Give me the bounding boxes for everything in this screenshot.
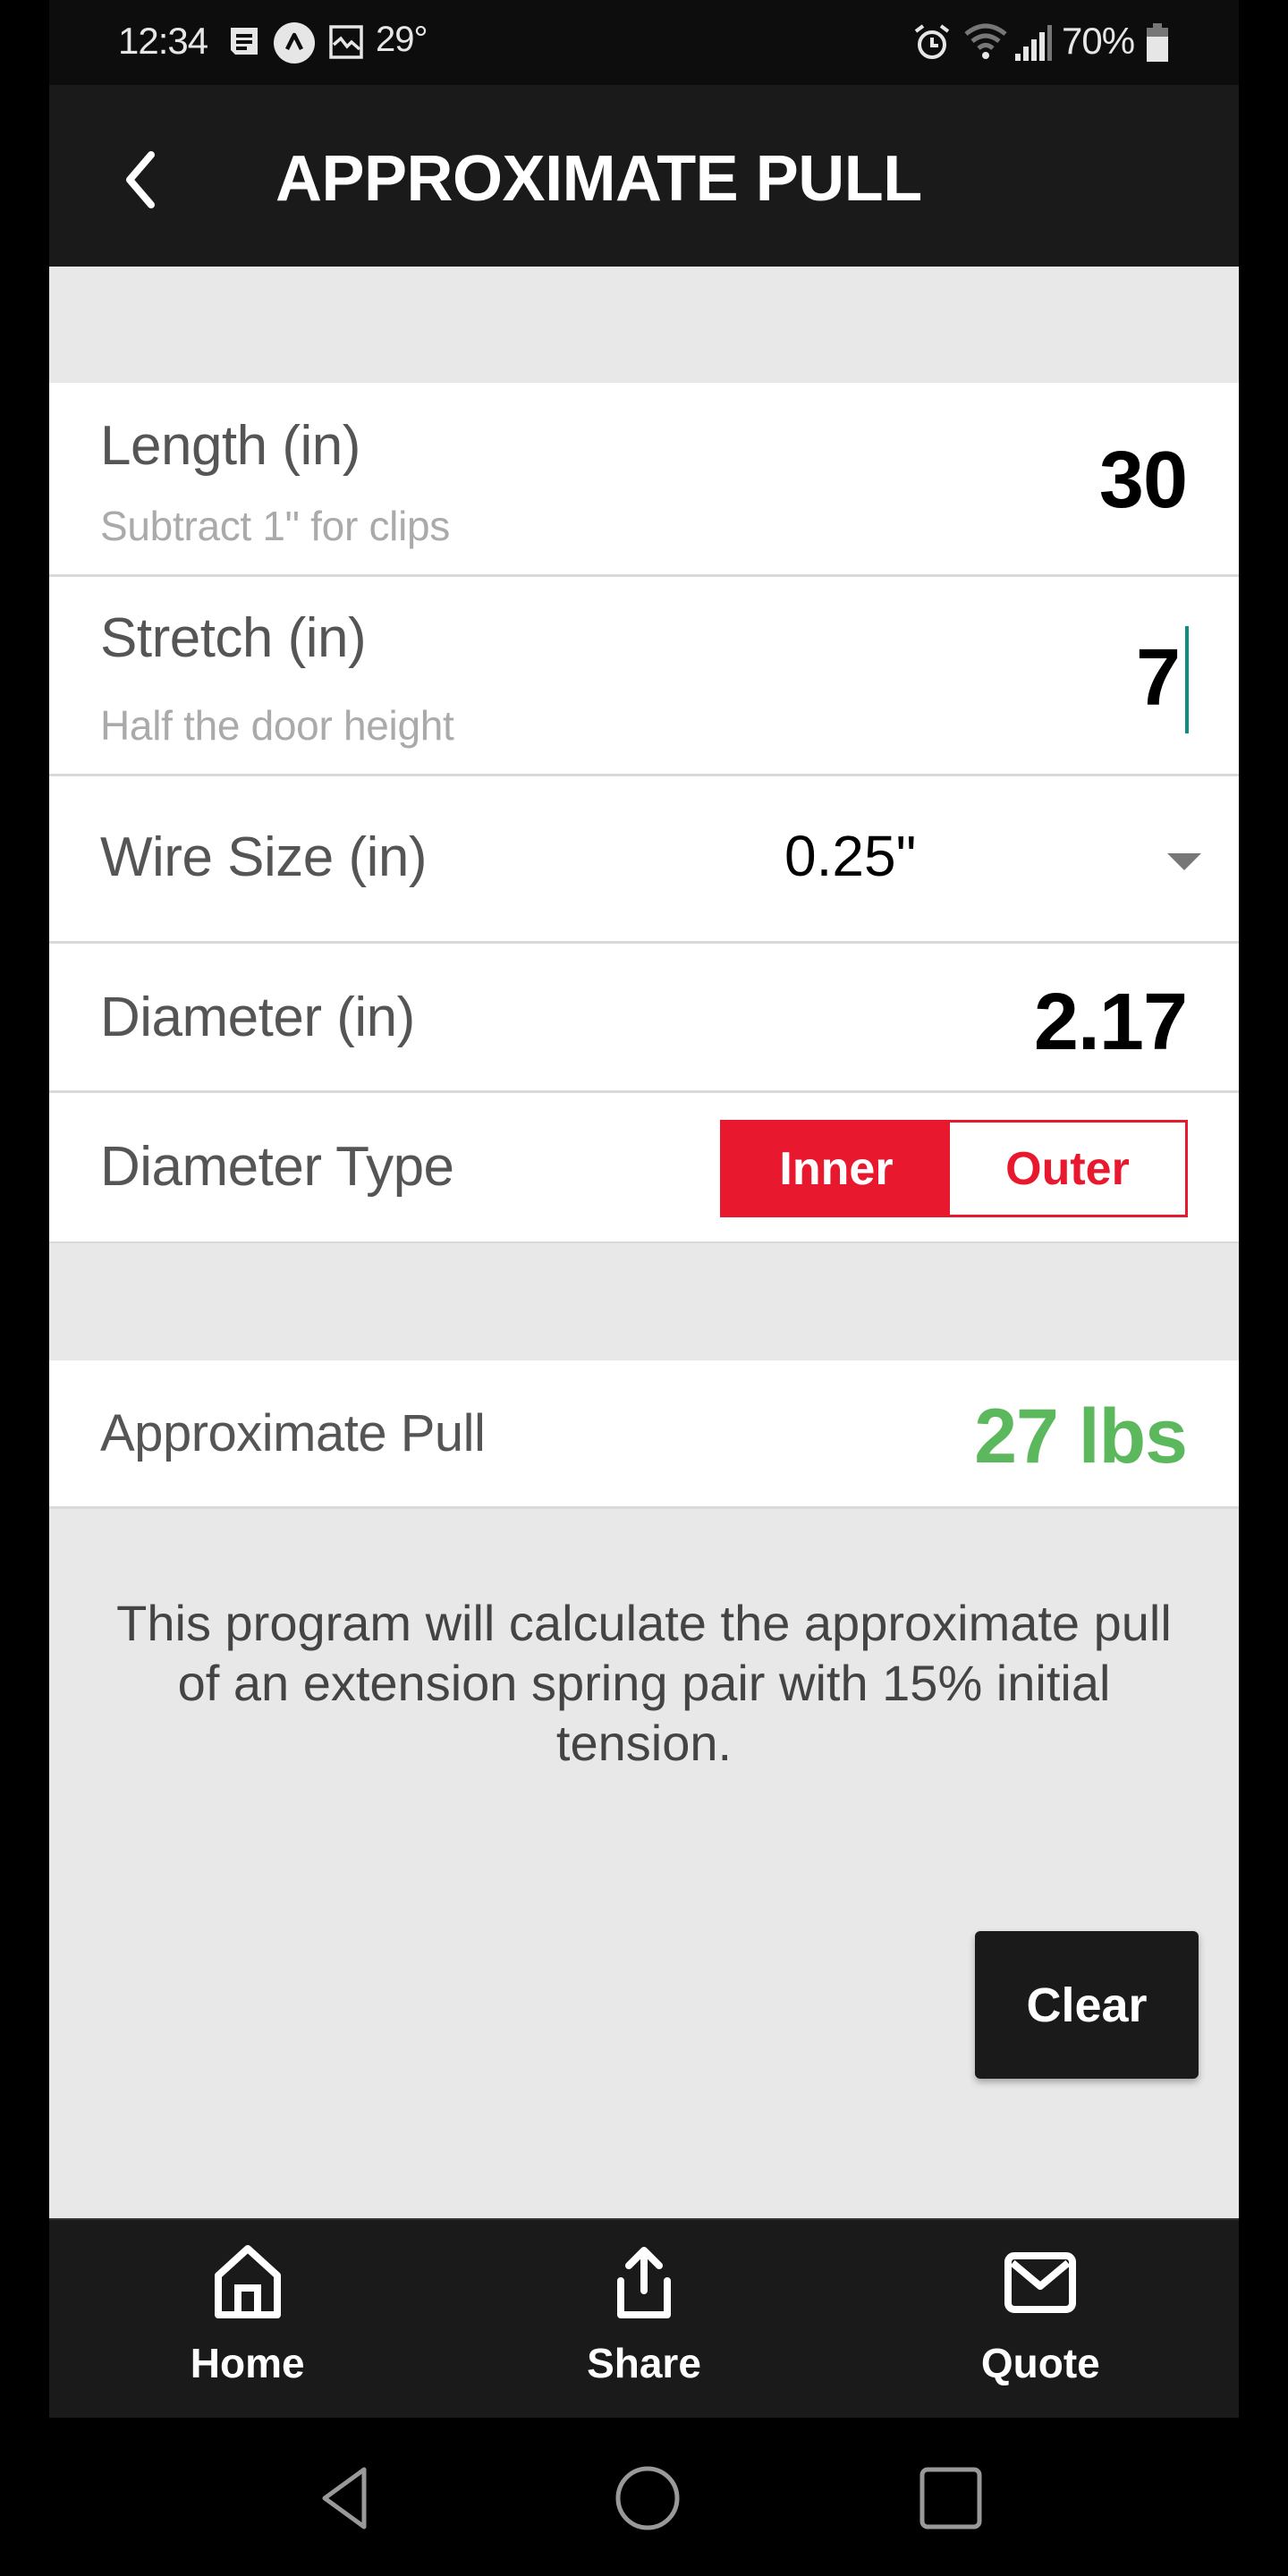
text-cursor — [1185, 626, 1189, 733]
alarm-icon — [914, 24, 950, 59]
nav-home-label: Home — [190, 2340, 305, 2386]
wire-size-row: Wire Size (in) 0.25" — [49, 776, 1239, 944]
calculator-content: Length (in) Subtract 1" for clips 30 Str… — [49, 267, 1239, 2218]
share-icon — [616, 2247, 671, 2318]
inner-option[interactable]: Inner — [723, 1123, 950, 1215]
status-time: 12:34 — [118, 20, 208, 62]
length-label: Length (in) — [100, 415, 360, 477]
navigation-app-icon — [274, 22, 315, 64]
dropdown-caret-icon — [1167, 853, 1201, 870]
nav-quote-label: Quote — [980, 2340, 1100, 2386]
app-header: APPROXIMATE PULL — [49, 85, 1239, 267]
stretch-input[interactable]: 7 — [1136, 632, 1181, 724]
diameter-type-label: Diameter Type — [100, 1136, 454, 1198]
length-input[interactable]: 30 — [1099, 435, 1188, 527]
diameter-input[interactable]: 2.17 — [1034, 977, 1188, 1069]
system-recents-icon[interactable] — [915, 2462, 987, 2534]
nav-quote[interactable]: Quote — [843, 2220, 1239, 2418]
clear-button[interactable]: Clear — [975, 1931, 1199, 2079]
wire-size-dropdown[interactable]: 0.25" — [781, 803, 1201, 911]
outer-option[interactable]: Outer — [950, 1123, 1185, 1215]
nav-share[interactable]: Share — [445, 2220, 842, 2418]
back-button[interactable] — [112, 139, 183, 219]
system-back-icon[interactable] — [309, 2462, 380, 2534]
system-nav-bar — [0, 2418, 1288, 2576]
status-bar: 12:34 29° 70% — [49, 0, 1239, 85]
gallery-icon — [329, 25, 363, 59]
result-label: Approximate Pull — [100, 1404, 486, 1462]
diameter-label: Diameter (in) — [100, 987, 415, 1048]
nav-share-label: Share — [587, 2340, 701, 2386]
signal-icon — [1015, 25, 1052, 61]
result-value: 27 lbs — [974, 1394, 1188, 1479]
mail-icon — [1004, 2252, 1077, 2313]
battery-icon — [1147, 23, 1168, 62]
system-home-icon[interactable] — [612, 2462, 683, 2534]
result-row: Approximate Pull 27 lbs — [49, 1360, 1239, 1509]
home-icon — [214, 2245, 281, 2318]
length-row: Length (in) Subtract 1" for clips 30 — [49, 383, 1239, 577]
nav-home[interactable]: Home — [49, 2220, 445, 2418]
wire-size-label: Wire Size (in) — [100, 826, 428, 888]
diameter-row: Diameter (in) 2.17 — [49, 944, 1239, 1093]
input-form: Length (in) Subtract 1" for clips 30 Str… — [49, 383, 1239, 1243]
page-title: APPROXIMATE PULL — [275, 143, 922, 215]
wire-size-value: 0.25" — [784, 824, 917, 888]
stretch-label: Stretch (in) — [100, 607, 367, 669]
message-icon — [231, 28, 258, 55]
wifi-icon — [964, 23, 1007, 59]
diameter-type-row: Diameter Type Inner Outer — [49, 1093, 1239, 1243]
length-hint: Subtract 1" for clips — [100, 503, 450, 549]
diameter-type-toggle: Inner Outer — [720, 1120, 1188, 1217]
description-text: This program will calculate the approxim… — [116, 1595, 1172, 1771]
stretch-row: Stretch (in) Half the door height 7 — [49, 577, 1239, 776]
battery-percent: 70% — [1062, 20, 1135, 62]
status-temperature: 29° — [376, 20, 428, 59]
stretch-hint: Half the door height — [100, 702, 454, 749]
bottom-nav: Home Share Quote — [49, 2218, 1239, 2418]
chevron-left-icon — [126, 151, 155, 208]
